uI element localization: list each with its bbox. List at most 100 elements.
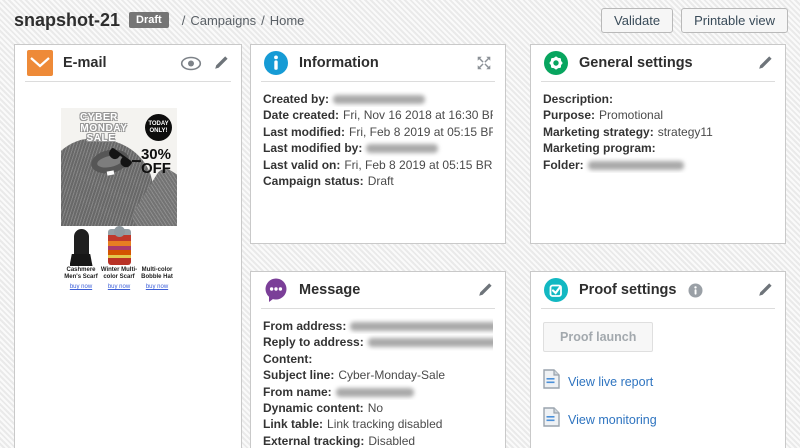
proof-settings-card-title: Proof settings	[579, 282, 676, 298]
field-label: Last modified:	[263, 125, 345, 139]
field-value: Disabled	[368, 434, 415, 448]
document-icon	[543, 407, 560, 432]
message-card-header: Message	[251, 272, 505, 308]
field-row: From name:	[263, 384, 493, 400]
report-link[interactable]: View monitoring	[568, 413, 657, 427]
breadcrumb-item[interactable]: Home	[270, 13, 305, 28]
field-value: Link tracking disabled	[327, 417, 442, 431]
field-label: From name:	[263, 385, 332, 399]
email-card-title: E-mail	[63, 55, 107, 71]
buy-now-link[interactable]: buy now	[146, 284, 168, 290]
buy-now-link[interactable]: buy now	[70, 284, 92, 290]
field-value	[366, 144, 438, 153]
proof-settings-card-header: Proof settings	[531, 272, 785, 308]
field-value: Fri, Feb 8 2019 at 05:15 BRST	[349, 125, 493, 139]
edit-pencil-icon[interactable]	[757, 55, 773, 71]
message-fields: From address: Reply to address: Content:…	[251, 309, 505, 448]
field-label: Last modified by:	[263, 141, 362, 155]
edit-pencil-icon[interactable]	[213, 55, 229, 71]
field-label: Folder:	[543, 158, 584, 172]
information-card-header: Information	[251, 45, 505, 81]
email-card: E-mail CYBER	[14, 44, 242, 448]
field-row: Description:	[543, 91, 773, 107]
message-bubble-icon	[263, 277, 289, 303]
field-label: Description:	[543, 92, 613, 106]
field-value: Cyber-Monday-Sale	[338, 368, 445, 382]
info-tooltip-icon[interactable]	[688, 283, 703, 298]
offer-text: 30% OFF	[141, 148, 171, 175]
message-card-title: Message	[299, 282, 360, 298]
field-row: Content:	[263, 351, 493, 367]
field-label: Dynamic content:	[263, 401, 364, 415]
field-label: Created by:	[263, 92, 329, 106]
field-value: Fri, Feb 8 2019 at 05:15 BRST	[344, 158, 493, 172]
field-row: Folder:	[543, 157, 773, 173]
buy-now-link[interactable]: buy now	[108, 284, 130, 290]
report-link-row: View monitoring	[543, 407, 773, 432]
general-settings-card-title: General settings	[579, 55, 693, 71]
field-value: Fri, Nov 16 2018 at 16:30 BRST	[343, 108, 493, 122]
field-label: Campaign status:	[263, 174, 364, 188]
field-label: Link table:	[263, 417, 323, 431]
product-name: Multi-color Bobble Hat	[138, 267, 176, 281]
validate-button[interactable]: Validate	[601, 8, 673, 33]
field-value: strategy11	[658, 125, 713, 139]
product-name: Cashmere Men's Scarf	[62, 267, 100, 281]
divider	[541, 308, 775, 309]
proof-settings-card: Proof settings Proof launch View live re…	[530, 271, 786, 448]
information-card-title: Information	[299, 55, 379, 71]
email-card-header: E-mail	[15, 45, 241, 81]
field-label: Last valid on:	[263, 158, 340, 172]
general-settings-card-header: General settings	[531, 45, 785, 81]
campaign-workbook-page: snapshot-21 Draft / Campaigns / Home Val…	[0, 0, 800, 448]
edit-pencil-icon[interactable]	[757, 282, 773, 298]
product-thumbnail	[74, 229, 89, 265]
breadcrumb: / Campaigns / Home	[177, 13, 305, 28]
edit-pencil-icon[interactable]	[477, 282, 493, 298]
field-row: Date created:Fri, Nov 16 2018 at 16:30 B…	[263, 107, 493, 123]
page-title: snapshot-21	[14, 10, 120, 31]
divider	[25, 81, 231, 82]
field-row: External tracking: Disabled	[263, 433, 493, 448]
status-badge: Draft	[129, 12, 169, 28]
printable-view-button[interactable]: Printable view	[681, 8, 788, 33]
field-label: Subject line:	[263, 368, 334, 382]
expand-icon[interactable]	[475, 54, 493, 72]
preview-eye-icon[interactable]	[180, 56, 202, 71]
email-preview-thumbnail[interactable]: CYBER MONDAY SALE TODAY ONLY! 30% OFF	[61, 108, 177, 296]
field-row: From address:	[263, 318, 493, 334]
product-row: Cashmere Men's Scarf buy now Winter Mult…	[61, 226, 177, 296]
field-label: External tracking:	[263, 434, 364, 448]
email-hero-image: CYBER MONDAY SALE TODAY ONLY! 30% OFF	[61, 108, 177, 226]
product-name: Winter Multi-color Scarf	[100, 267, 138, 281]
field-row: Marketing program:	[543, 140, 773, 156]
breadcrumb-separator: /	[261, 13, 265, 28]
product-thumbnail	[146, 229, 169, 265]
product-thumbnail	[108, 229, 131, 265]
envelope-icon	[27, 50, 53, 76]
field-label: From address:	[263, 319, 346, 333]
field-row: Link table: Link tracking disabled	[263, 416, 493, 432]
field-value: No	[368, 401, 383, 415]
field-row: Reply to address:	[263, 334, 493, 350]
field-label: Reply to address:	[263, 335, 364, 349]
field-value	[333, 95, 425, 104]
breadcrumb-separator: /	[182, 13, 186, 28]
report-link[interactable]: View live report	[568, 375, 653, 389]
field-label: Marketing strategy:	[543, 125, 654, 139]
product-item: Cashmere Men's Scarf buy now	[62, 229, 100, 290]
page-header: snapshot-21 Draft / Campaigns / Home Val…	[0, 0, 800, 40]
proof-launch-button[interactable]: Proof launch	[543, 322, 653, 352]
general-settings-fields: Description: Purpose:Promotional Marketi…	[531, 82, 785, 173]
breadcrumb-item[interactable]: Campaigns	[190, 13, 256, 28]
field-row: Last valid on: Fri, Feb 8 2019 at 05:15 B…	[263, 157, 493, 173]
field-row: Created by:	[263, 91, 493, 107]
field-label: Purpose:	[543, 108, 595, 122]
proof-links: View live report View monitoring	[531, 354, 785, 434]
field-value	[336, 388, 414, 397]
field-row: Purpose:Promotional	[543, 107, 773, 123]
message-card: Message From address: Reply to address: …	[250, 271, 506, 448]
information-fields: Created by: Date created:Fri, Nov 16 201…	[251, 82, 505, 189]
today-only-badge: TODAY ONLY!	[145, 114, 172, 141]
product-item: Multi-color Bobble Hat buy now	[138, 229, 176, 290]
